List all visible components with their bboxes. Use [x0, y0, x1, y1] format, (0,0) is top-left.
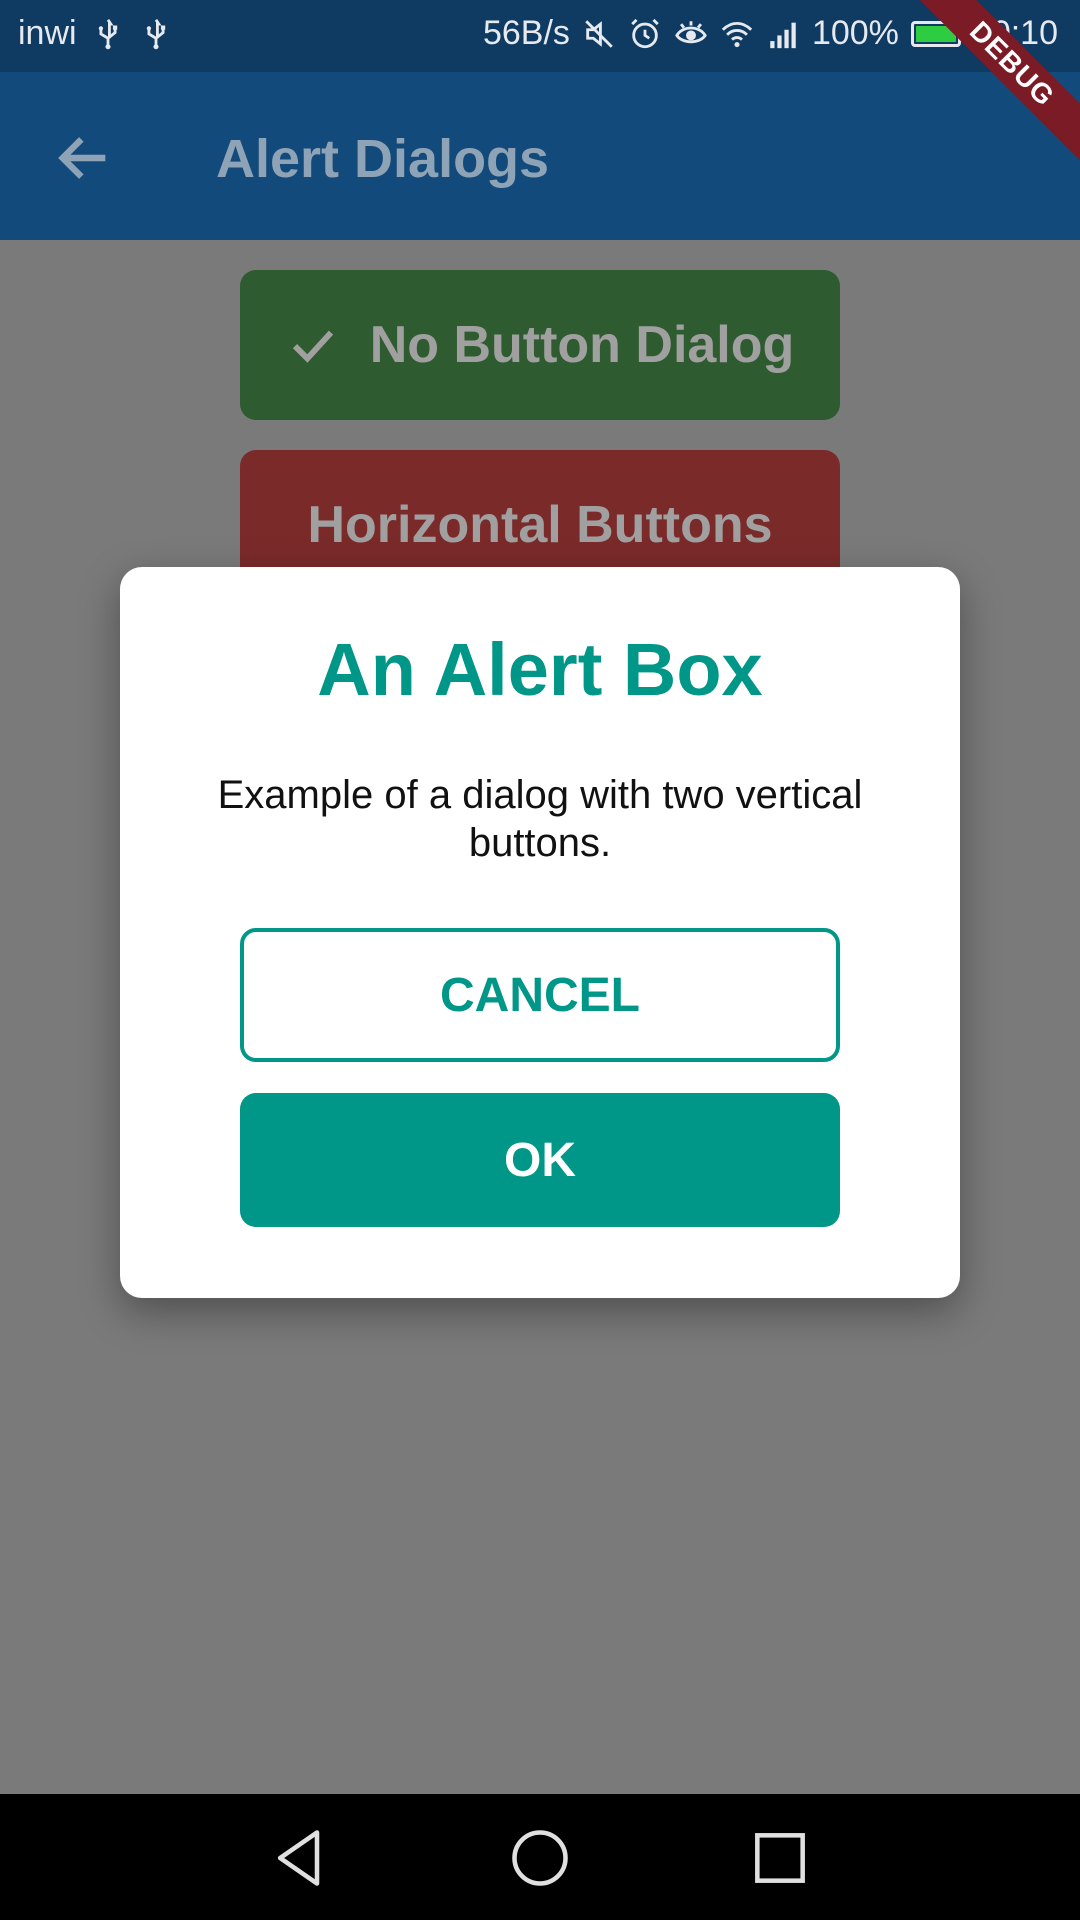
status-right: 56B/s 100% 20:10: [483, 14, 1058, 53]
app-bar: Alert Dialogs: [0, 72, 1080, 240]
nav-home-icon[interactable]: [506, 1824, 574, 1892]
clock: 20:10: [972, 14, 1058, 52]
carrier-label: inwi: [18, 14, 77, 52]
eye-icon: [675, 20, 707, 43]
status-left: inwi: [18, 14, 173, 53]
no-button-dialog-label: No Button Dialog: [369, 316, 795, 374]
horizontal-buttons-label: Horizontal Buttons: [307, 496, 773, 554]
net-speed-label: 56B/s: [482, 14, 570, 52]
dialog-body: Example of a dialog with two vertical bu…: [217, 773, 863, 865]
signal-icon: [770, 22, 796, 48]
status-bar: inwi 56B/s 100% 20:10: [0, 0, 1080, 72]
battery-percent: 100%: [811, 14, 899, 52]
screen: inwi 56B/s 100% 20:10 Alert Dialogs DEBU…: [0, 0, 1080, 1920]
nav-recents-icon[interactable]: [746, 1824, 814, 1892]
check-icon: [292, 330, 333, 363]
usb-icon: [98, 18, 117, 49]
ok-button[interactable]: OK: [240, 1093, 840, 1227]
page-title: Alert Dialogs: [216, 129, 550, 189]
usb-icon: [146, 18, 165, 49]
alert-dialog: An Alert Box Example of a dialog with tw…: [120, 567, 960, 1298]
arrow-back-icon[interactable]: [52, 126, 116, 190]
no-button-dialog-button[interactable]: No Button Dialog: [240, 270, 840, 420]
cancel-button[interactable]: CANCEL: [240, 928, 840, 1062]
alarm-icon: [631, 18, 659, 48]
battery-fill: [915, 25, 956, 42]
dialog-title: An Alert Box: [317, 628, 763, 711]
system-nav-bar: [0, 1794, 1080, 1920]
wifi-icon: [721, 21, 753, 47]
mute-icon: [585, 19, 613, 48]
battery-icon: [910, 20, 966, 47]
nav-back-icon[interactable]: [266, 1824, 334, 1892]
